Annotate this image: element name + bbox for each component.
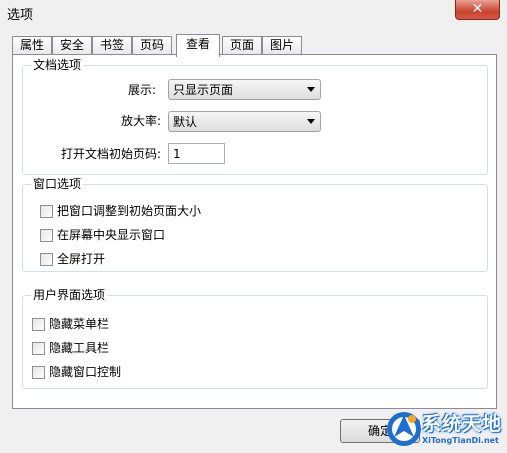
checkbox-label: 在屏幕中央显示窗口: [57, 228, 166, 242]
ui-options-title: 用户界面选项: [31, 288, 108, 302]
zoom-select-value: 默认: [173, 115, 198, 129]
display-label: 展示:: [128, 83, 157, 97]
tab-pages[interactable]: 页面: [222, 36, 262, 55]
checkbox-box[interactable]: [32, 318, 45, 331]
checkbox-label: 全屏打开: [57, 252, 106, 266]
window-options-group: 窗口选项 把窗口调整到初始页面大小 在屏幕中央显示窗口 全屏打开: [22, 177, 488, 272]
checkbox-box[interactable]: [40, 205, 53, 218]
checkbox-label: 把窗口调整到初始页面大小: [57, 204, 202, 218]
tab-security[interactable]: 安全: [52, 36, 92, 55]
checkbox-label: 隐藏菜单栏: [49, 317, 110, 331]
checkbox-label: 隐藏工具栏: [49, 341, 110, 355]
window-options-title: 窗口选项: [31, 177, 84, 191]
tab-images[interactable]: 图片: [262, 36, 302, 55]
open-page-label: 打开文档初始页码:: [61, 147, 162, 161]
view-tab-panel: 文档选项 展示: 只显示页面 放大率: 默认 打开文档初始页码: 1 窗口选项 …: [12, 54, 497, 409]
tab-page-numbers[interactable]: 页码: [132, 36, 172, 55]
checkbox-box[interactable]: [40, 229, 53, 242]
watermark-title: 系统天地: [422, 413, 503, 435]
zoom-select[interactable]: 默认: [168, 111, 321, 132]
title-bar: 选项 ✕: [0, 0, 507, 24]
checkbox-box[interactable]: [40, 253, 53, 266]
close-button[interactable]: ✕: [455, 0, 500, 20]
document-options-title: 文档选项: [31, 58, 84, 72]
chevron-down-icon: [307, 119, 315, 124]
close-icon: ✕: [471, 1, 484, 17]
window-title: 选项: [7, 8, 34, 23]
open-page-input[interactable]: 1: [168, 143, 225, 164]
checkbox-box[interactable]: [32, 366, 45, 379]
watermark-logo: 系统天地 XiTongTianDi.net: [382, 405, 507, 453]
ui-options-group: 用户界面选项 隐藏菜单栏 隐藏工具栏 隐藏窗口控制: [22, 288, 488, 389]
watermark-subtitle: XiTongTianDi.net: [422, 436, 499, 445]
open-page-value: 1: [173, 147, 181, 161]
watermark-emblem-icon: [387, 412, 421, 446]
checkbox-box[interactable]: [32, 342, 45, 355]
display-select[interactable]: 只显示页面: [168, 79, 321, 100]
tab-bookmarks[interactable]: 书签: [92, 36, 132, 55]
tab-view[interactable]: 查看: [176, 34, 220, 57]
zoom-label: 放大率:: [121, 114, 162, 128]
checkbox-label: 隐藏窗口控制: [49, 365, 122, 379]
tab-properties[interactable]: 属性: [12, 36, 52, 55]
chevron-down-icon: [307, 87, 315, 92]
document-options-group: 文档选项 展示: 只显示页面 放大率: 默认 打开文档初始页码: 1: [22, 58, 488, 175]
display-select-value: 只显示页面: [173, 83, 234, 97]
